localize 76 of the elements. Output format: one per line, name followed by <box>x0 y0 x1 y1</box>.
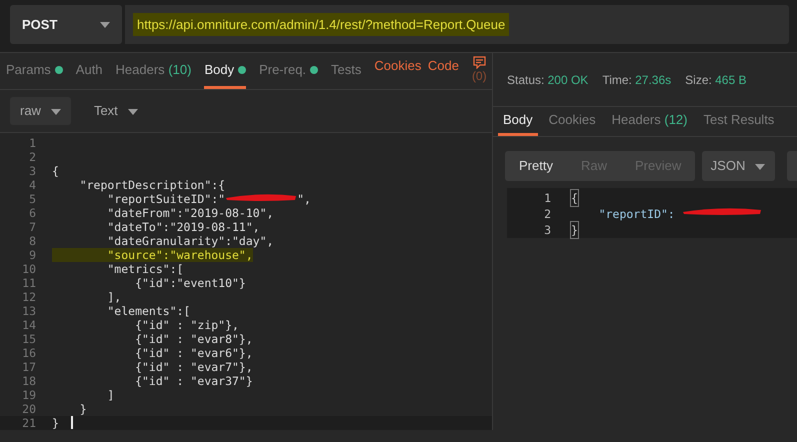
code-line: "reportID": <box>598 206 676 222</box>
caret-icon <box>100 22 110 28</box>
code-line: { <box>571 190 578 206</box>
status-value: 465 B <box>715 72 746 88</box>
code-line: "reportSuiteID":" <box>106 192 226 206</box>
line-number: 1 <box>543 190 551 206</box>
code-line: } <box>78 402 87 416</box>
code-line: } <box>571 222 578 238</box>
request-tab[interactable]: Body <box>204 53 246 89</box>
code-line: ] <box>106 388 114 402</box>
response-tab[interactable]: Headers (12) <box>606 107 692 136</box>
line-number: 7 <box>28 220 36 234</box>
line-number: 14 <box>21 318 36 332</box>
code-line: "dateTo":"2019-08-11", <box>106 220 260 234</box>
code-line: "reportDescription":{ <box>78 178 226 192</box>
code-line: {"id" : "evar6"}, <box>134 346 253 360</box>
line-number: 21 <box>21 416 36 430</box>
caret-icon <box>128 108 138 115</box>
status-label: Status: <box>507 72 544 88</box>
code-line: { <box>52 164 59 178</box>
line-number: 10 <box>21 262 36 276</box>
link[interactable]: Cookies <box>374 56 422 76</box>
line-number: 3 <box>543 222 551 238</box>
body-type-dropdown[interactable]: Text <box>84 97 148 125</box>
response-tab[interactable]: Cookies <box>544 107 601 136</box>
line-number: 2 <box>28 150 36 164</box>
line-number: 1 <box>28 136 36 150</box>
caret-icon <box>755 164 766 170</box>
link[interactable]: Code <box>428 56 459 76</box>
code-line: {"id" : "evar7"}, <box>134 360 253 374</box>
format-dropdown[interactable]: JSON <box>702 151 774 181</box>
code-line: "elements":[ <box>106 304 190 318</box>
caret-icon <box>50 108 61 115</box>
request-tab[interactable]: Params <box>6 53 63 89</box>
line-number: 3 <box>28 164 36 178</box>
method-dropdown[interactable]: POST <box>10 5 122 44</box>
request-tab[interactable]: Tests <box>331 53 362 89</box>
line-number: 15 <box>21 332 36 346</box>
code-line: "dateFrom":"2019-08-10", <box>106 206 274 220</box>
request-tab[interactable]: Pre-req. <box>259 53 318 89</box>
line-number: 12 <box>21 290 36 304</box>
code-line: ", <box>297 192 311 206</box>
request-tab[interactable]: Auth <box>76 53 103 89</box>
line-number: 8 <box>28 234 36 248</box>
view-option[interactable]: Pretty <box>505 151 567 181</box>
line-number: 9 <box>28 248 36 262</box>
line-number: 11 <box>21 276 36 290</box>
code-line: {"id" : "evar8"}, <box>134 332 253 346</box>
url-field[interactable]: https://api.omniture.com/admin/1.4/rest/?method=Report.Queue <box>125 5 789 44</box>
comment-icon[interactable] <box>472 56 486 70</box>
status-value: 27.36s <box>635 72 672 88</box>
line-number: 5 <box>28 192 36 206</box>
response-tab[interactable]: Test Results <box>698 107 780 136</box>
line-number: 20 <box>21 402 36 416</box>
line-number: 6 <box>28 206 36 220</box>
status-value: 200 OK <box>548 72 588 88</box>
status-label: Time: <box>602 72 632 88</box>
body-mode-dropdown[interactable]: raw <box>10 97 71 125</box>
response-tab[interactable]: Body <box>498 107 538 136</box>
code-line: "dateGranularity":"day", <box>106 234 274 248</box>
line-number: 13 <box>21 304 36 318</box>
code-line: {"id" : "zip"}, <box>134 318 239 332</box>
line-number: 18 <box>21 374 36 388</box>
code-line: ], <box>106 290 122 304</box>
code-line: } <box>52 416 59 430</box>
code-line: "metrics":[ <box>106 262 184 276</box>
line-number: 4 <box>28 178 36 192</box>
line-number: 17 <box>21 360 36 374</box>
line-number: 2 <box>543 206 551 222</box>
code-line: {"id":"event10"} <box>134 276 246 290</box>
line-number: 19 <box>21 388 36 402</box>
line-number: 16 <box>21 346 36 360</box>
code-line: {"id" : "evar37"} <box>134 374 253 388</box>
comment-count: (0) <box>472 69 487 84</box>
status-label: Size: <box>685 72 712 88</box>
request-tab[interactable]: Headers (10) <box>116 53 192 89</box>
